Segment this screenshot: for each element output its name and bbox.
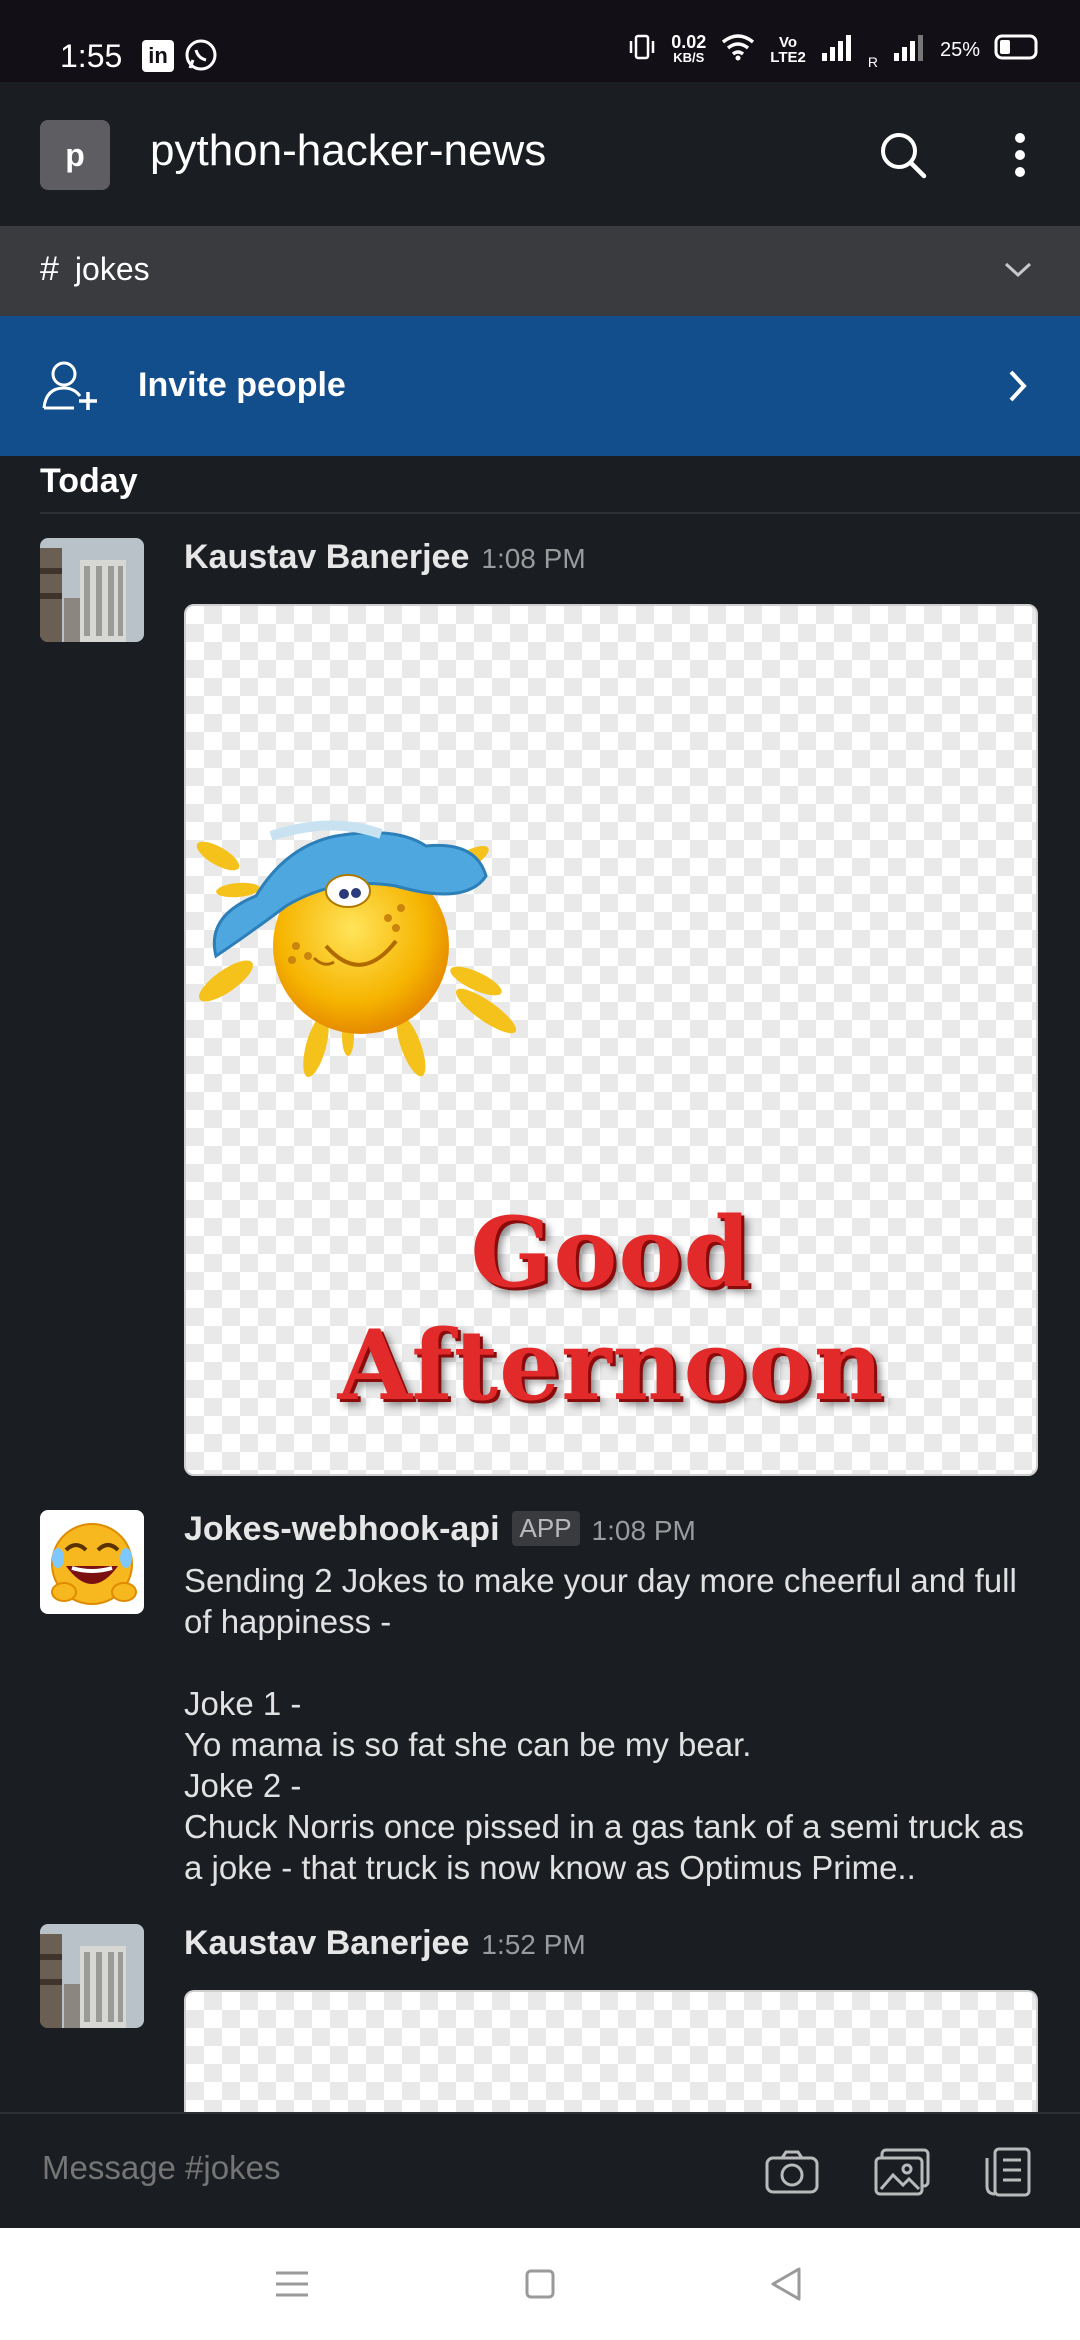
message-line: Yo mama is so fat she can be my bear. — [184, 1726, 752, 1763]
add-user-icon — [40, 358, 100, 414]
status-bar: 1:55 in 0.02 KB/S Vo LTE2 R 25% — [0, 0, 1080, 82]
building-photo-avatar — [40, 538, 144, 642]
good-afternoon-text: Good Afternoon — [337, 1196, 885, 1422]
chevron-down-icon — [1004, 262, 1032, 278]
wifi-icon — [720, 32, 756, 68]
message-author[interactable]: Jokes-webhook-api — [184, 1510, 500, 1548]
message-time: 1:08 PM — [481, 543, 586, 574]
hash-icon: # — [40, 250, 59, 288]
channel-dropdown-button[interactable] — [996, 248, 1040, 292]
roaming-indicator: R — [867, 54, 878, 70]
message-1-header: Kaustav Banerjee 1:08 PM — [184, 538, 1044, 577]
channel-name: # jokes — [40, 250, 150, 289]
avatar[interactable] — [40, 538, 144, 642]
back-nav-button[interactable] — [758, 2256, 814, 2312]
status-time: 1:55 — [60, 38, 123, 74]
app-badge: APP — [511, 1511, 580, 1546]
sun-cartoon-image — [196, 820, 517, 1078]
avatar[interactable] — [40, 1510, 144, 1614]
camera-icon — [765, 2150, 819, 2194]
day-divider: Today — [40, 462, 138, 500]
vibrate-icon — [627, 32, 657, 68]
signal-icon-1 — [820, 33, 854, 67]
message-line: Joke 1 - — [184, 1685, 302, 1722]
chevron-right-icon — [1009, 370, 1027, 402]
message-2-header: Jokes-webhook-api APP 1:08 PM — [184, 1510, 1044, 1549]
image-gallery-icon — [874, 2148, 930, 2196]
volte-indicator: Vo LTE2 — [770, 34, 806, 66]
message-line-blank — [184, 1642, 1044, 1683]
invite-people-banner[interactable]: Invite people — [0, 316, 1080, 456]
message-image[interactable]: Good Afternoon — [184, 604, 1038, 1476]
message-composer — [0, 2112, 1080, 2230]
gallery-button[interactable] — [872, 2144, 932, 2200]
more-options-button[interactable] — [990, 120, 1050, 190]
home-nav-button[interactable] — [512, 2256, 568, 2312]
message-line: Chuck Norris once pissed in a gas tank o… — [184, 1808, 1025, 1886]
avatar[interactable] — [40, 1924, 144, 2028]
search-button[interactable] — [868, 120, 938, 190]
message-time: 1:52 PM — [481, 1929, 586, 1960]
divider-line — [40, 512, 1080, 514]
invite-people-label: Invite people — [138, 366, 346, 404]
square-home-icon — [525, 2269, 555, 2299]
linkedin-icon: in — [142, 40, 174, 72]
battery-icon — [994, 34, 1040, 66]
file-attach-icon — [985, 2147, 1031, 2197]
more-vertical-icon — [1015, 133, 1025, 177]
workspace-title[interactable]: python-hacker-news — [150, 126, 546, 176]
message-input[interactable] — [40, 2148, 644, 2188]
menu-icon — [276, 2271, 308, 2297]
message-3-header: Kaustav Banerjee 1:52 PM — [184, 1924, 1044, 1963]
message-author[interactable]: Kaustav Banerjee — [184, 1924, 469, 1962]
menu-nav-button[interactable] — [264, 2256, 320, 2312]
back-triangle-icon — [771, 2267, 801, 2301]
channel-label: jokes — [74, 251, 150, 287]
chevron-right-button[interactable] — [996, 362, 1040, 410]
whatsapp-icon — [184, 38, 218, 72]
status-icons: 0.02 KB/S Vo LTE2 R 25% — [627, 30, 1040, 70]
attach-file-button[interactable] — [978, 2144, 1038, 2200]
search-icon — [881, 133, 927, 179]
system-navigation-bar — [0, 2228, 1080, 2340]
workspace-avatar[interactable]: p — [40, 120, 110, 190]
channel-bar[interactable]: # jokes — [0, 226, 1080, 316]
laughing-emoji-avatar — [40, 1510, 144, 1614]
message-line: Joke 2 - — [184, 1767, 302, 1804]
battery-percent: 25% — [939, 38, 980, 61]
message-time: 1:08 PM — [591, 1515, 696, 1546]
signal-icon-2 — [892, 33, 926, 67]
net-speed: 0.02 KB/S — [671, 32, 707, 65]
message-body: Sending 2 Jokes to make your day more ch… — [184, 1560, 1044, 1888]
message-line: Sending 2 Jokes to make your day more ch… — [184, 1562, 1017, 1640]
camera-button[interactable] — [762, 2144, 822, 2200]
building-photo-avatar — [40, 1924, 144, 2028]
message-author[interactable]: Kaustav Banerjee — [184, 538, 469, 576]
app-header: p python-hacker-news — [0, 82, 1080, 226]
